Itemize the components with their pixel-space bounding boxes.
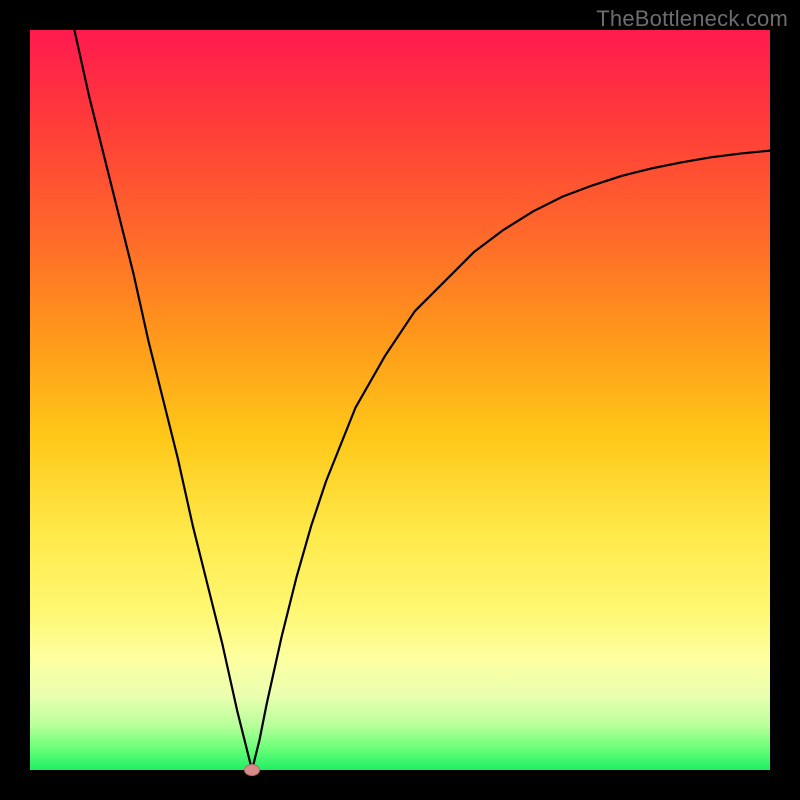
chart-frame: TheBottleneck.com	[0, 0, 800, 800]
bottleneck-curve	[74, 30, 770, 770]
watermark-text: TheBottleneck.com	[596, 6, 788, 32]
plot-area	[30, 30, 770, 770]
curve-svg	[30, 30, 770, 770]
minimum-marker	[244, 764, 260, 776]
